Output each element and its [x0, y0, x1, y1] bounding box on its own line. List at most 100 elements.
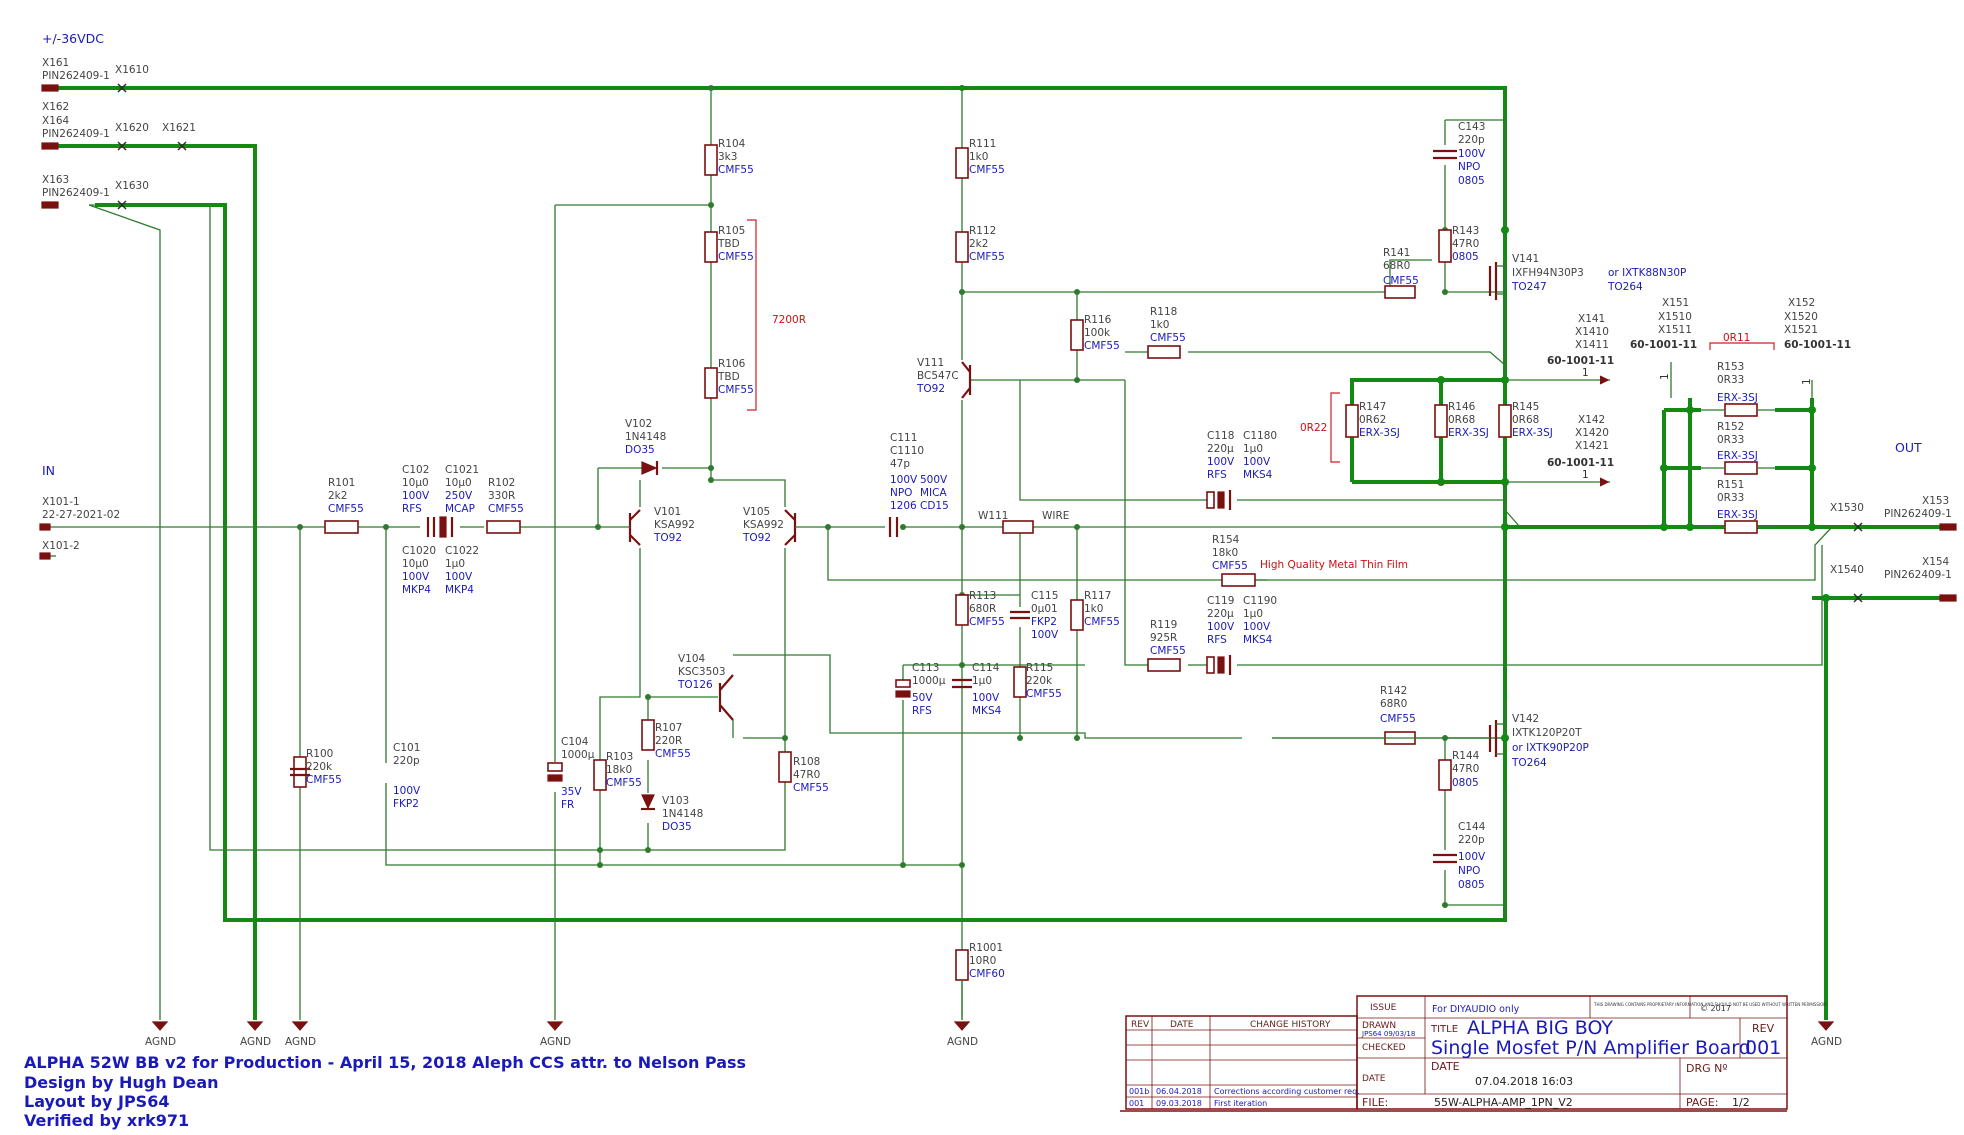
- c143-type: NPO: [1458, 161, 1480, 173]
- r145-value: 0R68: [1512, 414, 1539, 426]
- r141-ref: R141: [1383, 247, 1410, 259]
- c111-ref: C111: [890, 432, 917, 444]
- tb-date2-label: DATE: [1431, 1060, 1460, 1073]
- x142-label: X142: [1578, 414, 1605, 426]
- bracket-0r22: 0R22: [1300, 422, 1327, 434]
- r102-ref: R102: [488, 477, 515, 489]
- x151-pin: 1: [1659, 373, 1671, 380]
- v141-alt-part: or IXTK88N30P: [1608, 267, 1686, 279]
- v101-ref: V101: [654, 506, 681, 518]
- r104-ref: R104: [718, 138, 746, 150]
- r107-ref: R107: [655, 722, 682, 734]
- r100-type: CMF55: [306, 774, 342, 786]
- tb-row2-change: First iteration: [1214, 1099, 1267, 1108]
- r153-value: 0R33: [1717, 374, 1744, 386]
- x164-label: X164: [42, 115, 70, 127]
- r106-type: CMF55: [718, 384, 754, 396]
- c115-type: FKP2: [1031, 616, 1057, 628]
- x1420-label: X1420: [1575, 427, 1609, 439]
- c143-package: 0805: [1458, 175, 1485, 187]
- x101-1-part: 22-27-2021-02: [42, 509, 120, 521]
- c1180-voltage: 100V: [1243, 456, 1271, 468]
- x142-pin: 1: [1582, 469, 1589, 481]
- v142-part: IXTK120P20T: [1512, 727, 1582, 739]
- r146-value: 0R68: [1448, 414, 1475, 426]
- r143-value: 47R0: [1452, 238, 1479, 250]
- tb-date-label: DATE: [1362, 1074, 1386, 1084]
- c143-value: 220p: [1458, 134, 1485, 146]
- c118-voltage: 100V: [1207, 456, 1235, 468]
- r104-type: CMF55: [718, 164, 754, 176]
- c101-voltage: 100V: [393, 785, 421, 797]
- tb-title-2: Single Mosfet P/N Amplifier Board: [1431, 1037, 1751, 1059]
- bracket-0r11: 0R11: [1723, 332, 1750, 344]
- footer-line-3: Layout by JPS64: [24, 1092, 169, 1111]
- v141-alt-package: TO264: [1607, 281, 1643, 293]
- supply-label: +/-36VDC: [42, 31, 104, 46]
- c1180-value: 1µ0: [1243, 443, 1263, 455]
- bracket-7200r: 7200R: [772, 314, 806, 326]
- r112-type: CMF55: [969, 251, 1005, 263]
- r1001-ref: R1001: [969, 942, 1003, 954]
- tb-rev-value: 001: [1745, 1037, 1781, 1059]
- junctions: [297, 85, 1830, 908]
- r145-ref: R145: [1512, 401, 1539, 413]
- c1020-value: 10µ0: [402, 558, 429, 570]
- semiconductors: [598, 262, 1505, 811]
- r107-value: 220R: [655, 735, 682, 747]
- tb-checked-label: CHECKED: [1362, 1043, 1406, 1053]
- c119-value: 220µ: [1207, 608, 1234, 620]
- x1411-label: X1411: [1575, 339, 1609, 351]
- r116-type: CMF55: [1084, 340, 1120, 352]
- r142-type: CMF55: [1380, 713, 1416, 725]
- r100-value: 220k: [306, 761, 333, 773]
- c1021-value: 10µ0: [445, 477, 472, 489]
- c1022-voltage: 100V: [445, 571, 473, 583]
- r103-ref: R103: [606, 751, 633, 763]
- x153-pin: PIN262409-1: [1884, 508, 1952, 520]
- agnd-4: AGND: [540, 1036, 571, 1048]
- r113-symbol: [955, 594, 969, 626]
- tb-issue-label: ISSUE: [1370, 1003, 1397, 1013]
- r141-symbol: [1384, 285, 1416, 299]
- r104-symbol: [704, 144, 718, 176]
- r151-ref: R151: [1717, 479, 1744, 491]
- r101-symbol: [324, 520, 359, 534]
- r1001-value: 10R0: [969, 955, 996, 967]
- c102-value: 10µ0: [402, 477, 429, 489]
- c144-value: 220p: [1458, 834, 1485, 846]
- v102-ref: V102: [625, 418, 652, 430]
- v103-ref: V103: [662, 795, 689, 807]
- r142-value: 68R0: [1380, 698, 1407, 710]
- x1511-label: X1511: [1658, 324, 1692, 336]
- v104-package: TO126: [677, 679, 713, 691]
- r119-ref: R119: [1150, 619, 1177, 631]
- r152-type: ERX-3SJ: [1717, 450, 1758, 462]
- r152-value: 0R33: [1717, 434, 1744, 446]
- c1190-ref: C1190: [1243, 595, 1277, 607]
- tb-row2-rev: 001: [1129, 1099, 1144, 1108]
- c118-value: 220µ: [1207, 443, 1234, 455]
- tb-date-header: DATE: [1170, 1020, 1194, 1030]
- r113-value: 680R: [969, 603, 996, 615]
- r113-ref: R113: [969, 590, 996, 602]
- c104-voltage: 35V: [561, 786, 582, 798]
- tb-drg-label: DRG Nº: [1686, 1062, 1728, 1075]
- r118-type: CMF55: [1150, 332, 1186, 344]
- x154-label: X154: [1922, 556, 1950, 568]
- c111-voltage: 100V: [890, 474, 918, 486]
- r102-type: CMF55: [488, 503, 524, 515]
- v142-ref: V142: [1512, 713, 1539, 725]
- r118-value: 1k0: [1150, 319, 1169, 331]
- c1110-ref: C1110: [890, 445, 924, 457]
- v142-package: TO264: [1511, 757, 1547, 769]
- r147-ref: R147: [1359, 401, 1386, 413]
- c104-ref: C104: [561, 736, 589, 748]
- c118-ref: C118: [1207, 430, 1234, 442]
- r143-package: 0805: [1452, 251, 1479, 263]
- r119-value: 925R: [1150, 632, 1177, 644]
- v102-package: DO35: [625, 444, 655, 456]
- x141-label: X141: [1578, 313, 1605, 325]
- r147-type: ERX-3SJ: [1359, 427, 1400, 439]
- r100-symbol: [293, 756, 307, 788]
